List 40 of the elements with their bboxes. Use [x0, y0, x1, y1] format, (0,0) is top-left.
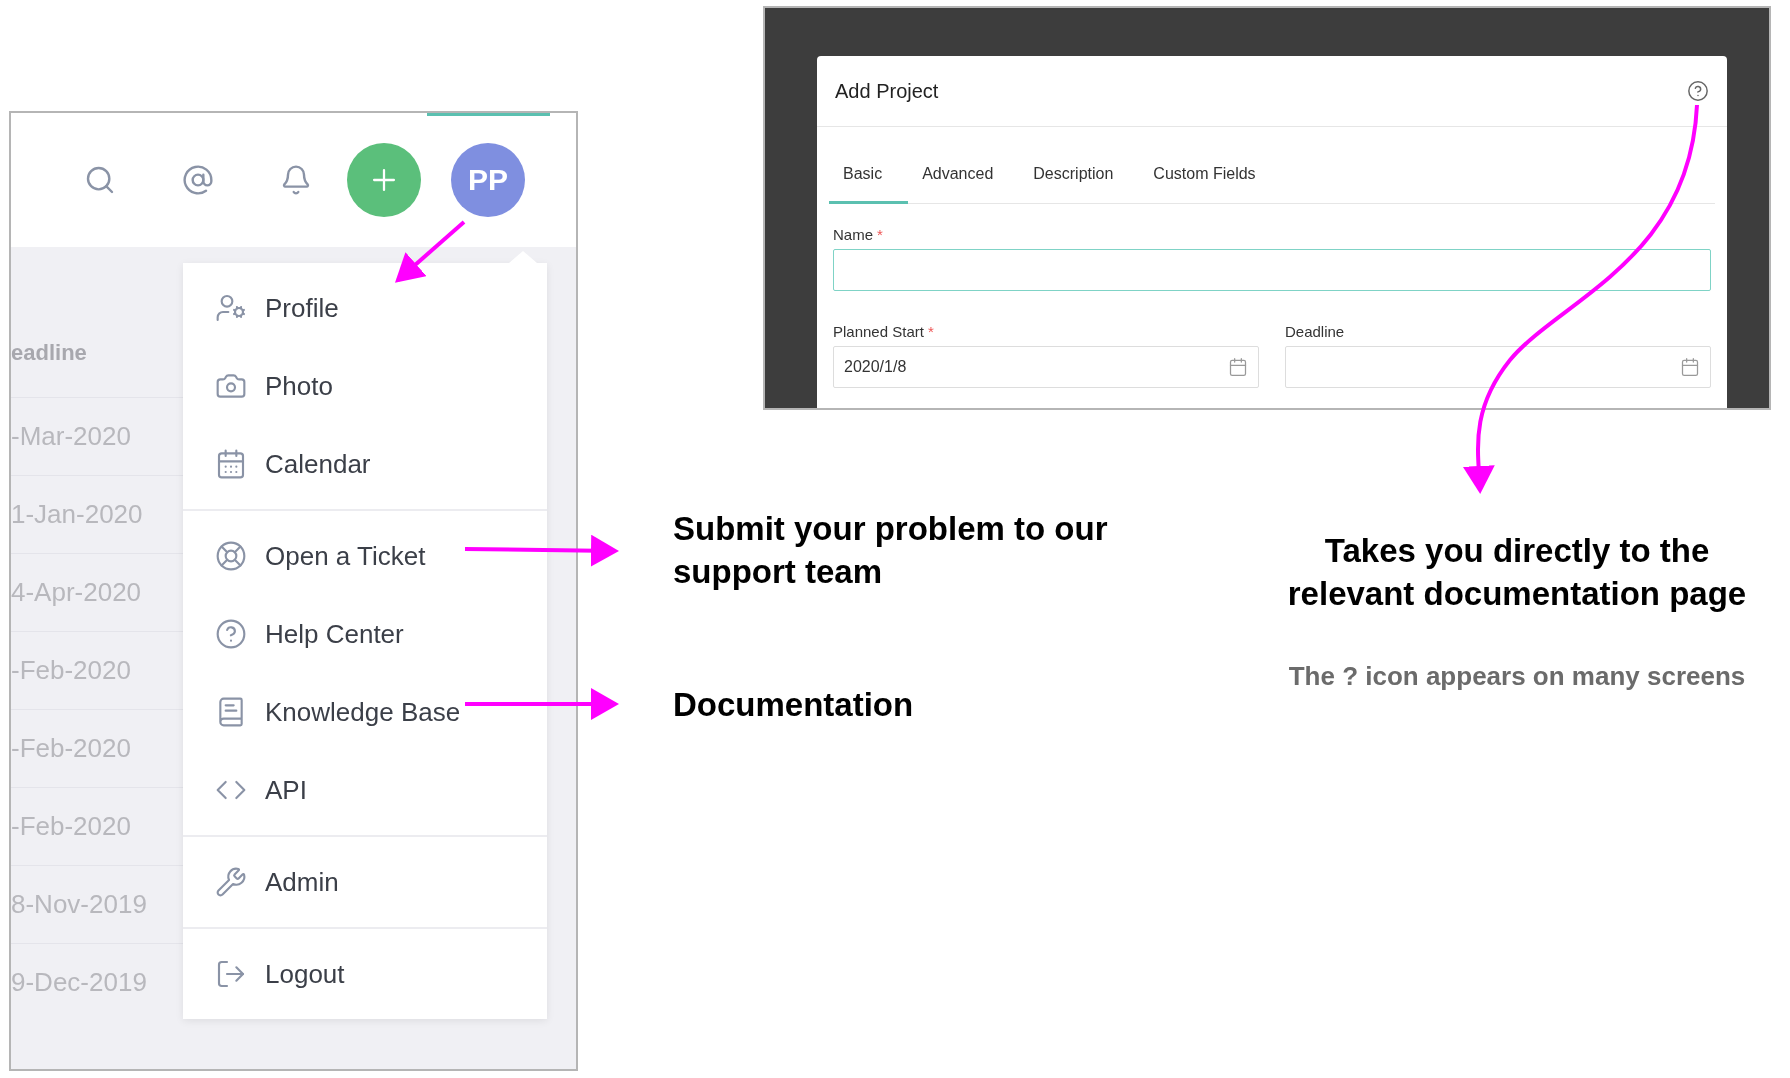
at-sign-icon[interactable]: [182, 164, 214, 196]
menu-item[interactable]: Admin: [183, 843, 547, 921]
note-text: The ? icon appears on many screens: [1287, 660, 1747, 693]
menu-item[interactable]: Logout: [183, 935, 547, 1013]
user-gear-icon: [215, 292, 247, 324]
menu-item[interactable]: Profile: [183, 269, 547, 347]
calendar-icon[interactable]: [1228, 357, 1248, 377]
help-icon: [215, 618, 247, 650]
menu-item[interactable]: Open a Ticket: [183, 517, 547, 595]
calendar-icon[interactable]: [1680, 357, 1700, 377]
field-label: Deadline: [1285, 323, 1346, 340]
menu-item[interactable]: Knowledge Base: [183, 673, 547, 751]
calendar-icon: [215, 448, 247, 480]
bell-icon[interactable]: [280, 164, 312, 196]
logout-icon: [215, 958, 247, 990]
search-icon[interactable]: [84, 164, 116, 196]
menu-item[interactable]: Calendar: [183, 425, 547, 503]
tab[interactable]: Description: [1019, 149, 1140, 204]
column-heading: eadline: [11, 339, 88, 367]
required-mark: *: [877, 226, 883, 243]
callout-text: Documentation: [673, 685, 915, 725]
tab[interactable]: Basic: [829, 149, 909, 204]
required-mark: *: [927, 323, 934, 340]
menu-item[interactable]: Photo: [183, 347, 547, 425]
input-field[interactable]: [833, 249, 1711, 291]
field-label: Name *: [833, 226, 884, 243]
menu-item[interactable]: API: [183, 751, 547, 829]
date-field[interactable]: 2020/1/8: [833, 346, 1259, 388]
lifebuoy-icon: [215, 540, 247, 572]
callout-text: Submit your problem to our support team: [673, 509, 1109, 592]
arrow: [395, 220, 466, 283]
date-field[interactable]: [1285, 346, 1711, 388]
tab[interactable]: Advanced: [908, 149, 1020, 204]
help-icon[interactable]: [1687, 80, 1709, 102]
dialog-title: Add Project: [835, 79, 939, 103]
menu-item[interactable]: Help Center: [183, 595, 547, 673]
field-label: Planned Start *: [833, 323, 935, 340]
wrench-icon: [215, 866, 247, 898]
callout-text: Takes you directly to the relevant documentation page: [1286, 531, 1748, 614]
tab[interactable]: Custom Fields: [1139, 149, 1282, 204]
